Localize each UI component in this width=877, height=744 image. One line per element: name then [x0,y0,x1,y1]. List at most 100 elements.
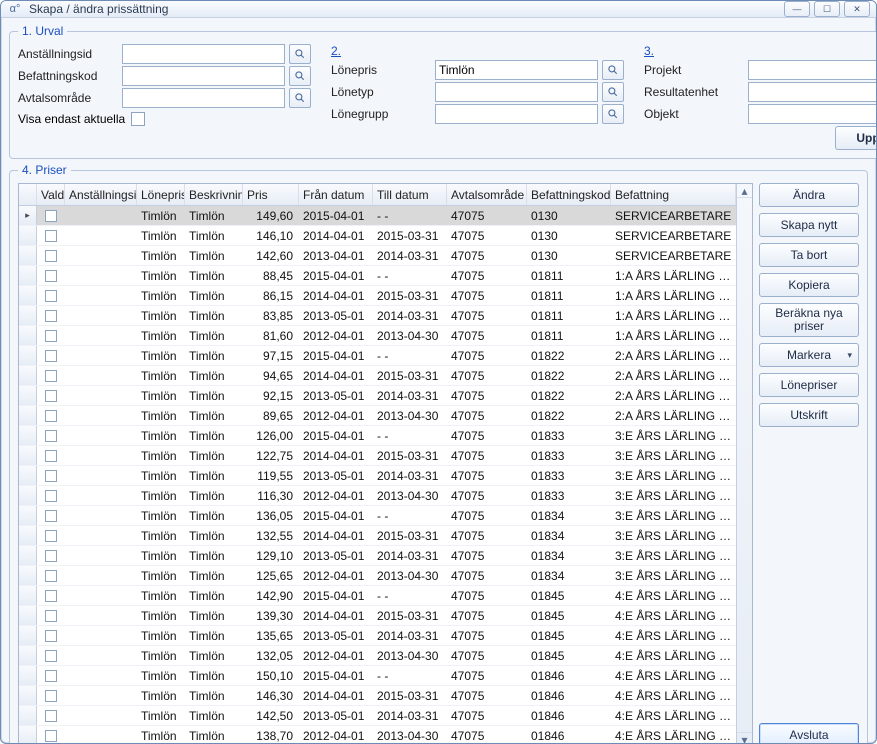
row-checkbox[interactable] [37,270,65,282]
urval-mid-lookup-1[interactable] [602,82,624,102]
urval-right-input-1[interactable] [748,82,877,102]
table-row[interactable]: TimlönTimlön97,152015-04-01- -4707501822… [19,346,752,366]
urval-left-input-1[interactable] [122,66,285,86]
row-checkbox[interactable] [37,470,65,482]
table-row[interactable]: TimlönTimlön146,102014-04-012015-03-3147… [19,226,752,246]
copy-button[interactable]: Kopiera [759,273,859,297]
row-checkbox[interactable] [37,710,65,722]
row-checkbox[interactable] [37,330,65,342]
col-header-7[interactable]: Till datum [373,184,447,205]
col-header-5[interactable]: Pris [243,184,299,205]
table-row[interactable]: TimlönTimlön136,052015-04-01- -470750183… [19,506,752,526]
col-header-4[interactable]: Beskrivning [185,184,243,205]
row-checkbox[interactable] [37,370,65,382]
table-row[interactable]: TimlönTimlön116,302012-04-012013-04-3047… [19,486,752,506]
table-row[interactable]: TimlönTimlön88,452015-04-01- -4707501811… [19,266,752,286]
urval-left-input-2[interactable] [122,88,285,108]
row-checkbox[interactable] [37,570,65,582]
maximize-button[interactable]: ☐ [814,1,840,17]
row-checkbox[interactable] [37,390,65,402]
edit-button[interactable]: Ändra [759,183,859,207]
row-checkbox[interactable] [37,630,65,642]
row-checkbox[interactable] [37,490,65,502]
table-row[interactable]: TimlönTimlön139,302014-04-012015-03-3147… [19,606,752,626]
scroll-up-icon[interactable]: ▴ [737,184,752,198]
grid-body[interactable]: ▸TimlönTimlön149,602015-04-01- -47075013… [19,206,752,744]
urval-mid-lookup-2[interactable] [602,104,624,124]
table-row[interactable]: TimlönTimlön126,002015-04-01- -470750183… [19,426,752,446]
row-checkbox[interactable] [37,550,65,562]
row-checkbox[interactable] [37,650,65,662]
cell-pris: 126,00 [243,429,299,443]
table-row[interactable]: TimlönTimlön94,652014-04-012015-03-31470… [19,366,752,386]
row-checkbox[interactable] [37,230,65,242]
table-row[interactable]: TimlönTimlön81,602012-04-012013-04-30470… [19,326,752,346]
table-row[interactable]: TimlönTimlön142,902015-04-01- -470750184… [19,586,752,606]
urval-right-input-0[interactable] [748,60,877,80]
row-checkbox[interactable] [37,210,65,222]
table-row[interactable]: TimlönTimlön135,652013-05-012014-03-3147… [19,626,752,646]
delete-button[interactable]: Ta bort [759,243,859,267]
row-checkbox[interactable] [37,310,65,322]
scroll-down-icon[interactable]: ▾ [737,732,752,744]
urval-mid-lookup-0[interactable] [602,60,624,80]
row-checkbox[interactable] [37,670,65,682]
table-row[interactable]: TimlönTimlön142,602013-04-012014-03-3147… [19,246,752,266]
urval-mid-input-1[interactable] [435,82,598,102]
table-row[interactable]: TimlönTimlön138,702012-04-012013-04-3047… [19,726,752,744]
table-row[interactable]: TimlönTimlön150,102015-04-01- -470750184… [19,666,752,686]
row-checkbox[interactable] [37,290,65,302]
table-row[interactable]: TimlönTimlön132,552014-04-012015-03-3147… [19,526,752,546]
table-row[interactable]: TimlönTimlön89,652012-04-012013-04-30470… [19,406,752,426]
table-row[interactable]: TimlönTimlön122,752014-04-012015-03-3147… [19,446,752,466]
row-checkbox[interactable] [37,530,65,542]
table-row[interactable]: TimlönTimlön142,502013-05-012014-03-3147… [19,706,752,726]
row-checkbox[interactable] [37,450,65,462]
update-button[interactable]: Uppdatera [835,126,877,150]
urval-left-lookup-2[interactable] [289,88,311,108]
row-checkbox[interactable] [37,590,65,602]
col-header-2[interactable]: Anställningsid [65,184,137,205]
new-button[interactable]: Skapa nytt [759,213,859,237]
row-checkbox[interactable] [37,350,65,362]
table-row[interactable]: TimlönTimlön119,552013-05-012014-03-3147… [19,466,752,486]
urval-right-input-2[interactable] [748,104,877,124]
content-area: 1. Urval AnställningsidBefattningskodAvt… [1,18,876,744]
col-header-6[interactable]: Från datum [299,184,373,205]
urval-left-lookup-0[interactable] [289,44,311,64]
row-checkbox[interactable] [37,730,65,742]
table-row[interactable]: TimlönTimlön92,152013-05-012014-03-31470… [19,386,752,406]
table-row[interactable]: TimlönTimlön86,152014-04-012015-03-31470… [19,286,752,306]
close-window-button[interactable]: ✕ [844,1,870,17]
lonepriser-button[interactable]: Lönepriser [759,373,859,397]
mark-dropdown[interactable]: Markera [759,343,859,367]
table-row[interactable]: TimlönTimlön125,652012-04-012013-04-3047… [19,566,752,586]
calc-button[interactable]: Beräkna nya priser [759,303,859,337]
col-header-9[interactable]: Befattningskod [527,184,611,205]
row-checkbox[interactable] [37,610,65,622]
col-header-8[interactable]: Avtalsområde [447,184,527,205]
col-header-3[interactable]: Lönepris [137,184,185,205]
table-row[interactable]: ▸TimlönTimlön149,602015-04-01- -47075013… [19,206,752,226]
avsluta-button[interactable]: Avsluta [759,723,859,744]
show-current-checkbox[interactable] [131,112,145,126]
row-checkbox[interactable] [37,690,65,702]
print-button[interactable]: Utskrift [759,403,859,427]
col-header-10[interactable]: Befattning [611,184,736,205]
col-header-0[interactable] [19,184,37,205]
urval-left-lookup-1[interactable] [289,66,311,86]
urval-left-input-0[interactable] [122,44,285,64]
row-checkbox[interactable] [37,430,65,442]
minimize-button[interactable]: — [784,1,810,17]
col-header-1[interactable]: Vald [37,184,65,205]
urval-mid-input-2[interactable] [435,104,598,124]
grid-scrollbar[interactable]: ▴▾ [736,184,752,744]
urval-mid-input-0[interactable] [435,60,598,80]
row-checkbox[interactable] [37,250,65,262]
table-row[interactable]: TimlönTimlön146,302014-04-012015-03-3147… [19,686,752,706]
row-checkbox[interactable] [37,510,65,522]
table-row[interactable]: TimlönTimlön132,052012-04-012013-04-3047… [19,646,752,666]
row-checkbox[interactable] [37,410,65,422]
table-row[interactable]: TimlönTimlön83,852013-05-012014-03-31470… [19,306,752,326]
table-row[interactable]: TimlönTimlön129,102013-05-012014-03-3147… [19,546,752,566]
